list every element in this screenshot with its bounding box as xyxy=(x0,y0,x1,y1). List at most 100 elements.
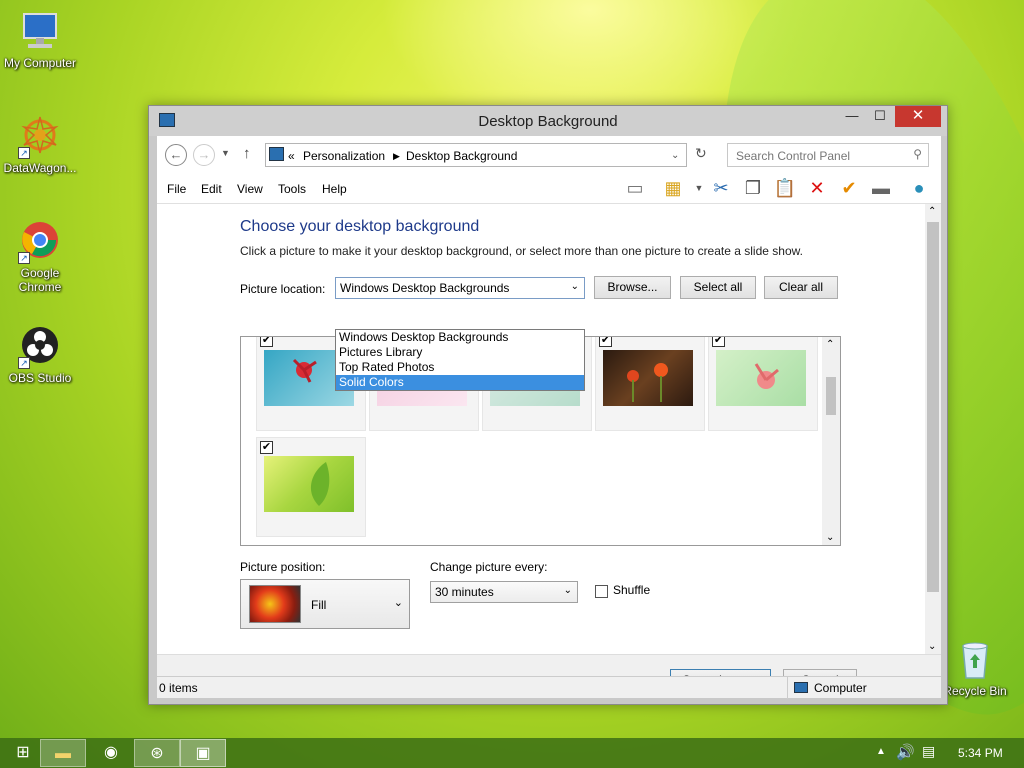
shuffle-checkbox[interactable] xyxy=(595,585,608,598)
search-icon: ⚲ xyxy=(913,147,922,161)
status-location: Computer xyxy=(814,681,867,695)
copy-icon[interactable]: ❐ xyxy=(741,176,765,200)
menu-tools[interactable]: Tools xyxy=(278,182,306,196)
wallpaper-thumbnail xyxy=(603,350,693,406)
paste-icon[interactable]: 📋 xyxy=(773,176,797,200)
breadcrumb-separator-icon: ▶ xyxy=(393,151,400,161)
window-client: ← → ▼ ↑ « Personalization ▶ Desktop Back… xyxy=(157,136,941,698)
dropdown-option[interactable]: Top Rated Photos xyxy=(336,360,584,375)
browse-button[interactable]: Browse... xyxy=(594,276,671,299)
wallpaper-tile[interactable]: ✔ xyxy=(708,337,818,431)
globe-icon[interactable]: ● xyxy=(907,176,931,200)
scroll-thumb[interactable] xyxy=(826,377,836,415)
folder-options-chevron-icon[interactable]: ▼ xyxy=(687,176,711,200)
dropdown-option-highlighted[interactable]: Solid Colors xyxy=(336,375,584,390)
page-title: Choose your desktop background xyxy=(240,218,480,235)
chrome-taskbar-icon[interactable]: ◉ xyxy=(88,739,134,767)
address-bar-row: ← → ▼ ↑ « Personalization ▶ Desktop Back… xyxy=(157,136,941,170)
properties-icon[interactable]: ▬ xyxy=(869,176,893,200)
address-box[interactable]: « Personalization ▶ Desktop Background ⌄ xyxy=(265,143,687,167)
menu-view[interactable]: View xyxy=(237,182,263,196)
breadcrumb-desktop-background[interactable]: Desktop Background xyxy=(406,149,517,163)
wallpaper-checkbox[interactable]: ✔ xyxy=(260,441,273,454)
picture-position-select[interactable]: Fill ⌄ xyxy=(240,579,410,629)
show-hidden-icons-chevron-icon[interactable]: ▲ xyxy=(876,746,886,757)
gallery-scrollbar[interactable]: ⌃ ⌄ xyxy=(822,337,840,545)
address-dropdown-chevron-icon[interactable]: ⌄ xyxy=(671,150,679,161)
clock[interactable]: 5:34 PM xyxy=(958,746,1003,760)
select-all-button[interactable]: Select all xyxy=(680,276,756,299)
datawagon-icon: ↗ xyxy=(18,115,62,159)
cut-icon[interactable]: ✂ xyxy=(709,176,733,200)
change-interval-select[interactable]: 30 minutes ⌄ xyxy=(430,581,578,603)
picture-location-dropdown-list: Windows Desktop Backgrounds Pictures Lib… xyxy=(335,329,585,391)
menu-bar: File Edit View Tools Help ▭ ▦ ▼ ✂ ❐ 📋 ✕ … xyxy=(157,170,941,204)
status-bar: 0 items Computer xyxy=(157,676,941,699)
title-bar[interactable]: Desktop Background — ☐ ✕ xyxy=(149,106,947,136)
delete-icon[interactable]: ✕ xyxy=(805,176,829,200)
clear-all-button[interactable]: Clear all xyxy=(764,276,838,299)
wallpaper-tile[interactable]: ✔ xyxy=(595,337,705,431)
main-content: Choose your desktop background Click a p… xyxy=(157,204,941,654)
change-picture-label: Change picture every: xyxy=(430,560,548,574)
picture-location-select[interactable]: Windows Desktop Backgrounds ⌄ xyxy=(335,277,585,299)
menu-file[interactable]: File xyxy=(167,182,186,196)
desktop-icon-chrome[interactable]: ↗ Google Chrome xyxy=(0,220,80,294)
desktop-icon-label: Google Chrome xyxy=(18,266,62,294)
taskbar: ⊞ ▬ ◉ ⊛ ▣ ▲ 🔊 ▤ 5:34 PM xyxy=(0,738,1024,768)
shortcut-arrow-icon: ↗ xyxy=(18,147,30,159)
menu-edit[interactable]: Edit xyxy=(201,182,222,196)
maximize-button[interactable]: ☐ xyxy=(865,106,895,128)
computer-icon xyxy=(18,10,62,54)
scroll-down-icon[interactable]: ⌄ xyxy=(826,532,834,543)
wallpaper-tile[interactable]: ✔ xyxy=(256,437,366,537)
scroll-up-icon[interactable]: ⌃ xyxy=(928,206,936,217)
chevron-down-icon: ⌄ xyxy=(563,585,572,596)
picture-position-label: Picture position: xyxy=(240,560,326,574)
recent-pages-chevron-icon[interactable]: ▼ xyxy=(221,148,230,158)
volume-icon[interactable]: 🔊 xyxy=(896,743,915,761)
page-subtitle: Click a picture to make it your desktop … xyxy=(240,244,803,258)
status-divider xyxy=(787,677,788,699)
network-icon[interactable]: ▤ xyxy=(922,743,935,760)
wallpaper-thumbnail xyxy=(264,456,354,512)
content-scrollbar[interactable]: ⌃ ⌄ xyxy=(925,204,941,654)
file-explorer-icon[interactable]: ▬ xyxy=(40,739,86,767)
checkmark-icon[interactable]: ✔ xyxy=(837,176,861,200)
control-panel-taskbar-icon[interactable]: ▣ xyxy=(180,739,226,767)
folder-options-icon[interactable]: ▦ xyxy=(661,176,685,200)
chevron-down-icon: ⌄ xyxy=(393,597,403,609)
wallpaper-checkbox[interactable]: ✔ xyxy=(260,337,273,347)
shortcut-arrow-icon: ↗ xyxy=(18,252,30,264)
back-arrow-icon[interactable]: ← xyxy=(165,144,187,166)
dropdown-option[interactable]: Windows Desktop Backgrounds xyxy=(336,330,584,345)
desktop-icon-obs[interactable]: ↗ OBS Studio xyxy=(0,325,80,385)
breadcrumb-personalization[interactable]: Personalization xyxy=(303,149,385,163)
scroll-up-icon[interactable]: ⌃ xyxy=(826,339,834,350)
wallpaper-checkbox[interactable]: ✔ xyxy=(712,337,725,347)
refresh-icon[interactable]: ↻ xyxy=(695,145,707,162)
shortcut-arrow-icon: ↗ xyxy=(18,357,30,369)
shuffle-label: Shuffle xyxy=(613,583,651,597)
desktop-background-window: Desktop Background — ☐ ✕ ← → ▼ ↑ « Perso… xyxy=(148,105,948,705)
desktop-icon-my-computer[interactable]: My Computer xyxy=(0,10,80,70)
close-button[interactable]: ✕ xyxy=(895,106,941,127)
desktop-icon-datawagon[interactable]: ↗ DataWagon... xyxy=(0,115,80,175)
network-app-icon[interactable]: ⊛ xyxy=(134,739,180,767)
breadcrumb-overflow[interactable]: « xyxy=(288,149,295,163)
picture-location-label: Picture location: xyxy=(240,282,326,296)
up-arrow-icon[interactable]: ↑ xyxy=(243,145,251,162)
scroll-thumb[interactable] xyxy=(927,222,939,592)
dropdown-option[interactable]: Pictures Library xyxy=(336,345,584,360)
desktop-icon-label: DataWagon... xyxy=(3,161,77,175)
minimize-button[interactable]: — xyxy=(837,106,867,128)
scroll-down-icon[interactable]: ⌄ xyxy=(928,641,936,652)
desktop-icon-label: OBS Studio xyxy=(8,371,72,385)
forward-arrow-icon[interactable]: → xyxy=(193,144,215,166)
wallpaper-checkbox[interactable]: ✔ xyxy=(599,337,612,347)
picture-position-value: Fill xyxy=(311,598,327,612)
menu-help[interactable]: Help xyxy=(322,182,347,196)
search-input[interactable]: Search Control Panel ⚲ xyxy=(727,143,929,167)
layout-pane-icon[interactable]: ▭ xyxy=(623,176,647,200)
control-panel-icon xyxy=(269,147,284,161)
